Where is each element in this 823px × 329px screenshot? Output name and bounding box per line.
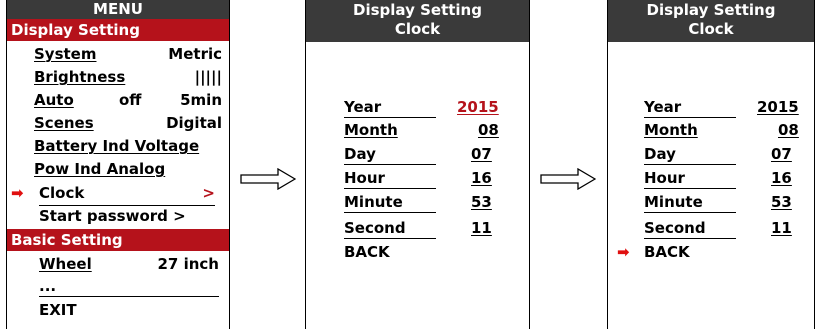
field-label-second: Second (644, 219, 706, 237)
menu-item-value: 27 inch (157, 255, 220, 273)
field-underline (344, 117, 436, 118)
menu-item-label: Brightness (34, 68, 126, 86)
menu-title: MENU (7, 0, 229, 19)
red-arrow-icon: ➡ (617, 243, 630, 261)
field-value-year[interactable]: 2015 (457, 98, 499, 116)
section-display-setting[interactable]: Display Setting (7, 19, 229, 41)
field-underline (344, 212, 436, 213)
clock-panel-year-edit: Display Setting Clock Year 2015 Month 08… (305, 0, 530, 329)
field-underline (344, 164, 436, 165)
back-button[interactable]: BACK (344, 243, 390, 261)
field-value-day[interactable]: 07 (771, 145, 792, 163)
menu-item-battery-ind[interactable]: Battery Ind Voltage (34, 137, 222, 155)
menu-item-label: ... (39, 277, 57, 295)
field-label-hour: Hour (344, 169, 385, 187)
field-label-day: Day (344, 145, 376, 163)
field-value-second[interactable]: 11 (771, 219, 792, 237)
menu-item-label: Start password > (39, 207, 186, 225)
panel-subtitle: Clock (688, 20, 734, 38)
menu-item-more[interactable]: ... (39, 277, 219, 295)
panel-title: Display Setting (646, 1, 776, 19)
field-label-minute: Minute (644, 193, 703, 211)
field-label-year: Year (344, 98, 382, 116)
field-value-month[interactable]: 08 (478, 121, 499, 139)
brightness-bars: ||||| (194, 68, 222, 86)
field-label-month: Month (344, 121, 398, 139)
field-underline (644, 238, 736, 239)
panel-title: Display Setting (353, 1, 482, 19)
menu-item-pow-ind[interactable]: Pow Ind Analog (34, 160, 222, 178)
field-value-hour[interactable]: 16 (771, 169, 792, 187)
field-value-minute[interactable]: 53 (471, 193, 492, 211)
field-value-month[interactable]: 08 (778, 121, 799, 139)
field-underline (644, 117, 736, 118)
field-label-day: Day (644, 145, 676, 163)
panel-header: Display Setting Clock (608, 0, 814, 42)
panel-subtitle: Clock (394, 20, 441, 38)
field-value-day[interactable]: 07 (471, 145, 492, 163)
menu-item-mid: off (119, 91, 142, 109)
section-basic-setting[interactable]: Basic Setting (7, 229, 229, 251)
field-value-hour[interactable]: 16 (471, 169, 492, 187)
menu-item-value: Digital (166, 114, 222, 132)
menu-item-wheel[interactable]: Wheel 27 inch (39, 255, 219, 273)
menu-item-label: Clock (39, 184, 85, 202)
field-label-year: Year (644, 98, 682, 116)
menu-item-label: Battery Ind Voltage (34, 137, 200, 155)
back-button[interactable]: BACK (644, 243, 690, 261)
field-value-year[interactable]: 2015 (757, 98, 799, 116)
menu-item-label: Pow Ind Analog (34, 160, 166, 178)
menu-item-value: Metric (168, 45, 222, 63)
field-underline (344, 238, 436, 239)
menu-item-system[interactable]: System Metric (34, 45, 222, 63)
field-underline (644, 212, 736, 213)
red-arrow-icon: ➡ (11, 184, 24, 202)
outline-arrow-icon (240, 168, 296, 190)
field-underline (644, 188, 736, 189)
menu-item-clock[interactable]: Clock > (39, 184, 215, 202)
menu-item-scenes[interactable]: Scenes Digital (34, 114, 222, 132)
field-label-minute: Minute (344, 193, 403, 211)
field-label-month: Month (644, 121, 698, 139)
menu-item-label: Wheel (39, 255, 92, 273)
field-label-second: Second (344, 219, 406, 237)
field-value-minute[interactable]: 53 (771, 193, 792, 211)
panel-header: Display Setting Clock (306, 0, 529, 42)
menu-item-label: Auto (34, 91, 74, 109)
outline-arrow-icon (540, 168, 596, 190)
field-value-second[interactable]: 11 (471, 219, 492, 237)
field-underline (644, 164, 736, 165)
clock-panel-back-selected: Display Setting Clock Year 2015 Month 08… (607, 0, 815, 329)
menu-item-start-password[interactable]: Start password > (39, 207, 224, 225)
more-underline (39, 296, 219, 297)
field-underline (344, 188, 436, 189)
menu-item-exit[interactable]: EXIT (39, 301, 219, 319)
menu-item-label: EXIT (39, 301, 77, 319)
field-label-hour: Hour (644, 169, 685, 187)
menu-item-label: Scenes (34, 114, 94, 132)
menu-item-value: 5min (180, 91, 222, 109)
menu-panel: MENU Display Setting System Metric Brigh… (6, 0, 230, 329)
menu-item-label: System (34, 45, 97, 63)
clock-underline (39, 205, 215, 206)
menu-item-brightness[interactable]: Brightness ||||| (34, 68, 222, 86)
chevron-right-icon: > (202, 184, 215, 202)
menu-item-auto-off[interactable]: Auto off 5min (34, 91, 222, 109)
